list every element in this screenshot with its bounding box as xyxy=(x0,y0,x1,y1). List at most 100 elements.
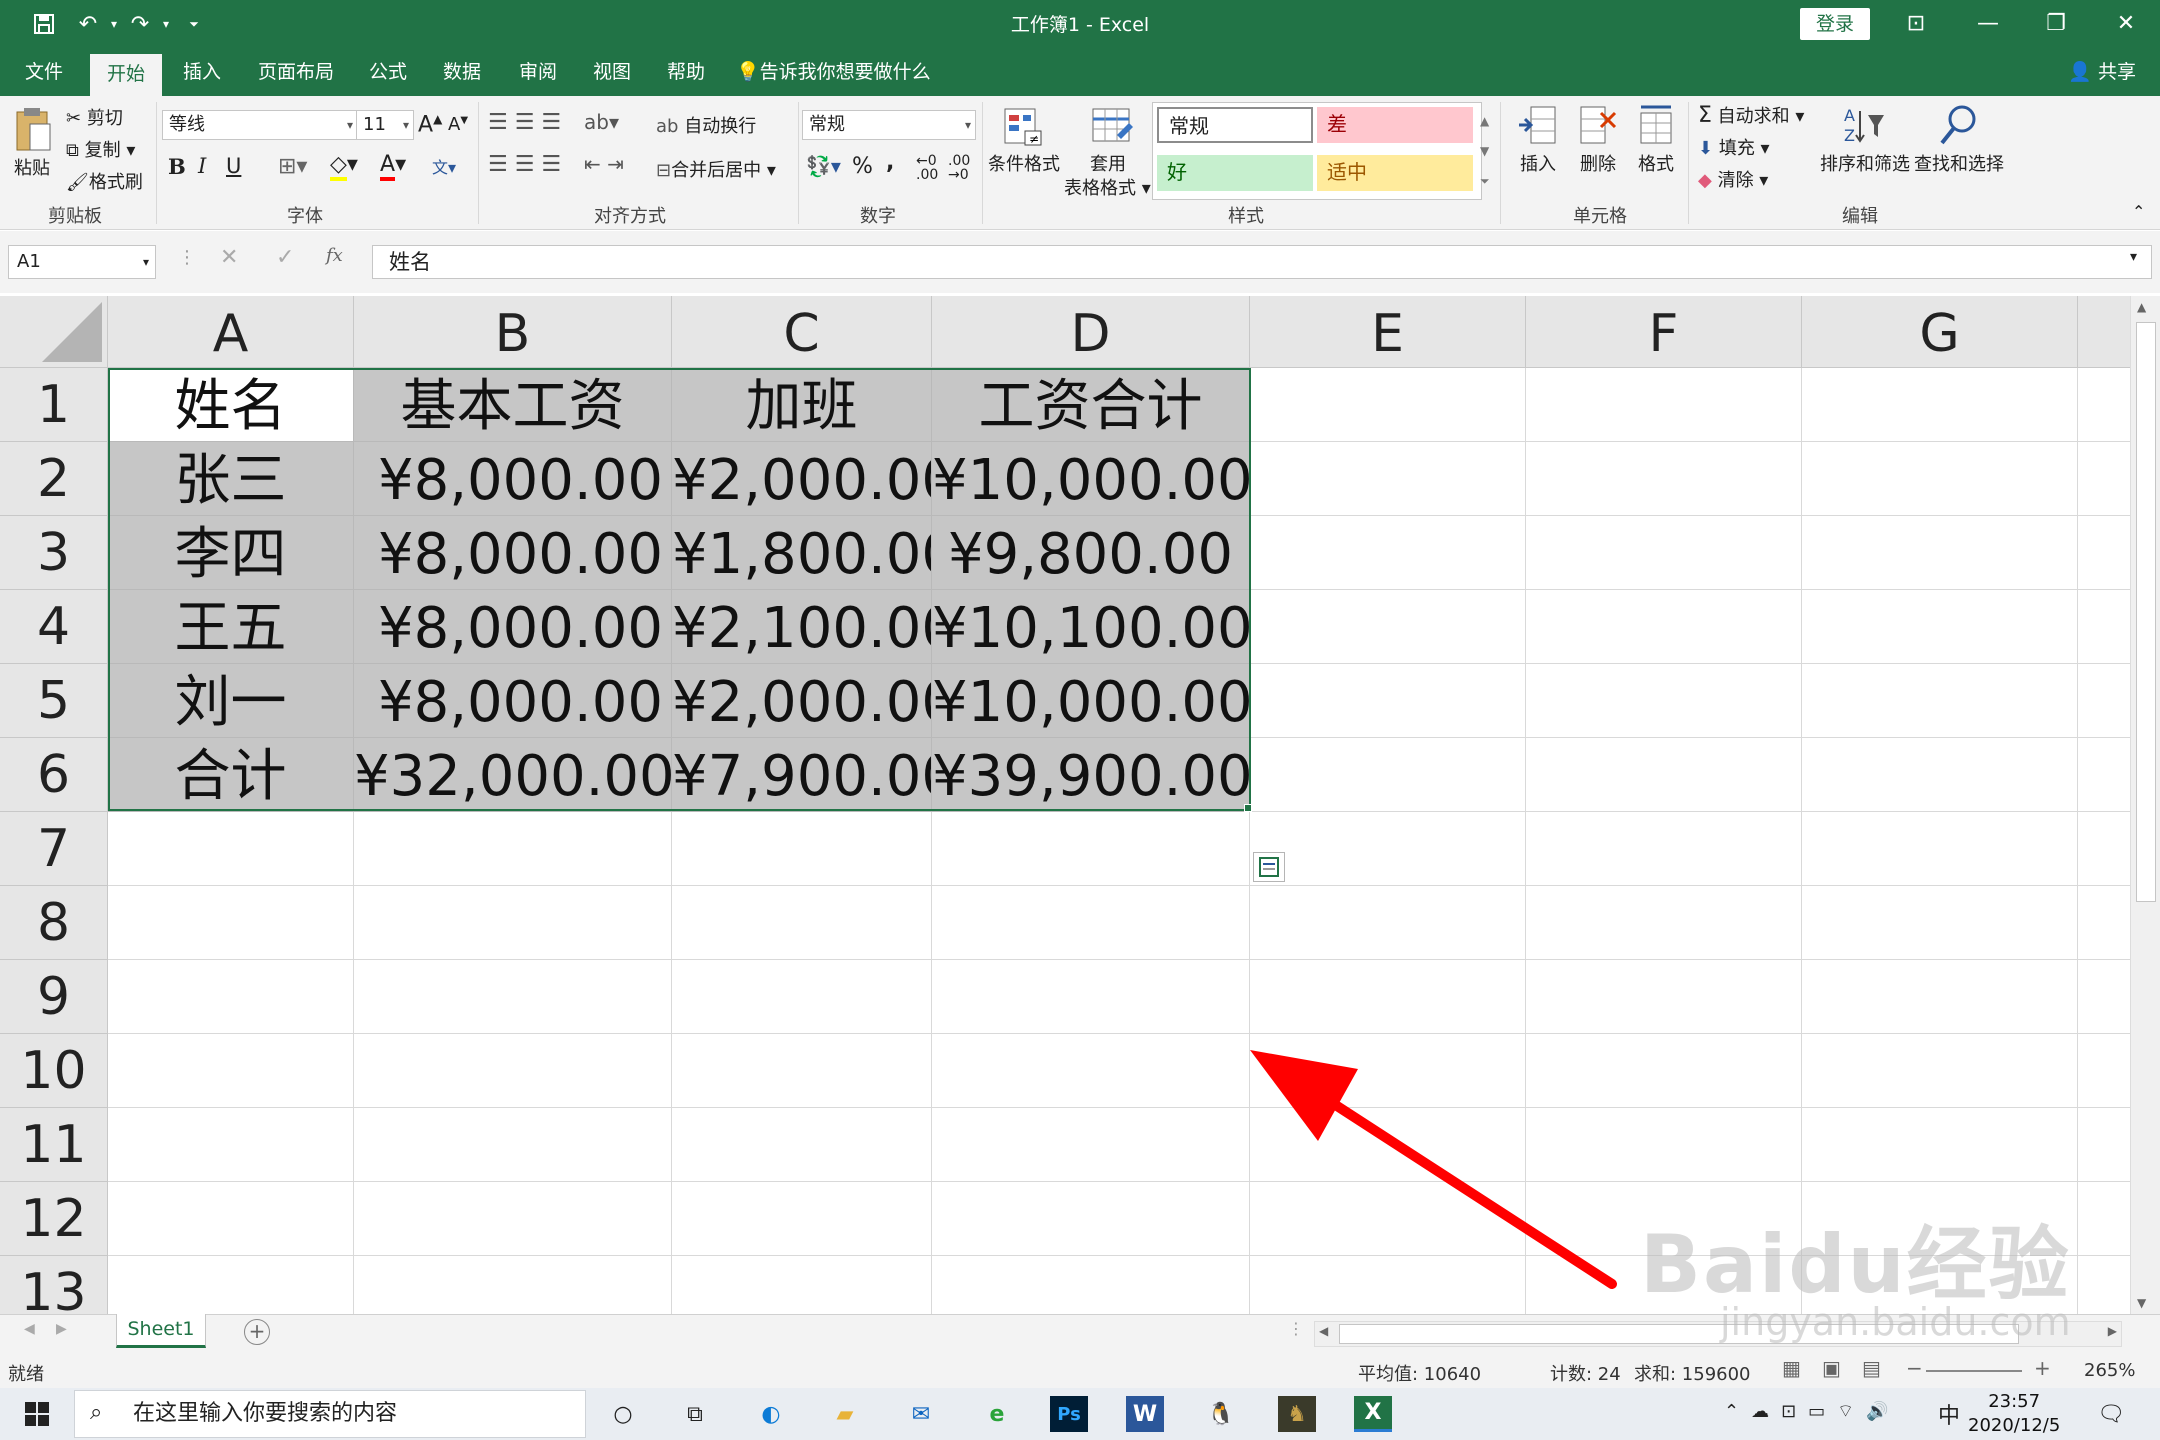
empty-cell[interactable] xyxy=(2078,738,2130,812)
horizontal-scroll-thumb[interactable] xyxy=(1339,1324,2019,1344)
normal-view-icon[interactable]: ▦ xyxy=(1782,1356,1801,1380)
empty-cell[interactable] xyxy=(1802,1256,2078,1314)
taskbar-clock[interactable]: 23:57 2020/12/5 xyxy=(1968,1390,2060,1438)
currency-icon[interactable]: 💱▾ xyxy=(806,154,841,178)
expand-formula-icon[interactable]: ▾ xyxy=(2130,249,2137,265)
table-cell[interactable]: ¥8,000.00 xyxy=(354,664,672,738)
scroll-up-icon[interactable]: ▲ xyxy=(2137,300,2146,314)
empty-cell[interactable] xyxy=(932,1256,1250,1314)
game-app-icon[interactable]: ♞ xyxy=(1278,1396,1316,1432)
empty-cell[interactable] xyxy=(672,812,932,886)
share-button[interactable]: 👤 共享 xyxy=(2068,48,2136,96)
empty-cell[interactable] xyxy=(108,1108,354,1182)
table-cell[interactable]: ¥2,000.00 xyxy=(672,442,932,516)
notification-icon[interactable]: 🗨 xyxy=(2092,1396,2130,1432)
empty-cell[interactable] xyxy=(1802,960,2078,1034)
empty-cell[interactable] xyxy=(1802,368,2078,442)
empty-cell[interactable] xyxy=(932,1108,1250,1182)
empty-cell[interactable] xyxy=(672,1182,932,1256)
empty-cell[interactable] xyxy=(108,1034,354,1108)
empty-cell[interactable] xyxy=(354,1034,672,1108)
row-header-3[interactable]: 3 xyxy=(0,516,108,590)
empty-cell[interactable] xyxy=(1802,886,2078,960)
empty-cell[interactable] xyxy=(2078,1108,2130,1182)
empty-cell[interactable] xyxy=(672,1034,932,1108)
vertical-scrollbar[interactable]: ▲ ▼ xyxy=(2130,296,2160,1314)
empty-cell[interactable] xyxy=(1802,664,2078,738)
row-header-11[interactable]: 11 xyxy=(0,1108,108,1182)
table-cell[interactable]: ¥10,100.00 xyxy=(932,590,1250,664)
row-header-1[interactable]: 1 xyxy=(0,368,108,442)
empty-cell[interactable] xyxy=(1250,442,1526,516)
format-as-table-label-2[interactable]: 表格格式 ▾ xyxy=(1064,174,1151,200)
select-all-button[interactable] xyxy=(0,296,108,368)
paste-icon[interactable] xyxy=(12,104,54,154)
empty-cell[interactable] xyxy=(2078,442,2130,516)
empty-cell[interactable] xyxy=(2078,886,2130,960)
conditional-format-button[interactable]: 条件格式 xyxy=(988,150,1060,176)
align-left-icon[interactable]: ☰ ☰ ☰ xyxy=(488,152,561,177)
tab-home[interactable]: 开始 xyxy=(90,54,162,96)
empty-cell[interactable] xyxy=(1802,590,2078,664)
login-button[interactable]: 登录 xyxy=(1800,8,1870,40)
decrease-decimal-icon[interactable]: .00 →0 xyxy=(948,154,970,182)
status-sum[interactable]: 求和: 159600 xyxy=(1634,1360,1751,1386)
fill-color-icon[interactable]: ◇▾ xyxy=(330,152,358,181)
orientation-icon[interactable]: ab▾ xyxy=(584,110,619,134)
empty-cell[interactable] xyxy=(932,1034,1250,1108)
increase-decimal-icon[interactable]: ←0.00 xyxy=(916,154,938,182)
close-icon[interactable]: ✕ xyxy=(2090,0,2160,48)
delete-cells-icon[interactable] xyxy=(1576,102,1620,148)
column-header-h[interactable] xyxy=(2078,296,2130,368)
table-cell[interactable]: ¥7,900.00 xyxy=(672,738,932,812)
autosum-button[interactable]: Σ 自动求和 ▾ xyxy=(1698,102,1804,128)
indent-icon[interactable]: ⇤ ⇥ xyxy=(584,152,624,176)
column-header-a[interactable]: A xyxy=(108,296,354,368)
format-painter-button[interactable]: 🖌格式刷 xyxy=(66,168,143,194)
empty-cell[interactable] xyxy=(932,960,1250,1034)
percent-button[interactable]: % xyxy=(852,154,873,179)
empty-cell[interactable] xyxy=(1526,590,1802,664)
table-cell[interactable]: ¥2,000.00 xyxy=(672,664,932,738)
empty-cell[interactable] xyxy=(108,886,354,960)
tab-insert[interactable]: 插入 xyxy=(172,48,232,96)
empty-cell[interactable] xyxy=(108,1182,354,1256)
table-cell[interactable]: 刘一 xyxy=(108,664,354,738)
gallery-scroll-icon[interactable]: ▲ ▼ ⏷ xyxy=(1480,106,1490,196)
ime-indicator[interactable]: 中 xyxy=(1938,1398,1960,1430)
empty-cell[interactable] xyxy=(1802,442,2078,516)
wrap-text-button[interactable]: ab 自动换行 xyxy=(656,112,756,138)
empty-cell[interactable] xyxy=(1250,368,1526,442)
style-good[interactable]: 好 xyxy=(1157,155,1313,191)
table-cell[interactable]: 张三 xyxy=(108,442,354,516)
tell-me-search[interactable]: 💡告诉我你想要做什么 xyxy=(736,48,946,96)
table-cell[interactable]: ¥8,000.00 xyxy=(354,442,672,516)
merge-center-button[interactable]: ⊟合并后居中 ▾ xyxy=(656,156,776,182)
column-header-e[interactable]: E xyxy=(1250,296,1526,368)
table-header-cell[interactable]: 基本工资 xyxy=(354,368,672,442)
paste-button[interactable]: 粘贴 xyxy=(14,154,50,180)
table-cell[interactable]: ¥9,800.00 xyxy=(932,516,1250,590)
empty-cell[interactable] xyxy=(354,886,672,960)
column-header-f[interactable]: F xyxy=(1526,296,1802,368)
table-header-cell[interactable]: 姓名 xyxy=(108,368,354,442)
empty-cell[interactable] xyxy=(672,1256,932,1314)
row-header-10[interactable]: 10 xyxy=(0,1034,108,1108)
row-header-5[interactable]: 5 xyxy=(0,664,108,738)
conditional-format-icon[interactable]: ≠ xyxy=(1000,104,1046,150)
number-format-select[interactable]: 常规 ▾ xyxy=(802,110,976,140)
row-header-9[interactable]: 9 xyxy=(0,960,108,1034)
insert-function-button[interactable]: fx xyxy=(326,245,343,266)
delete-cells-button[interactable]: 删除 xyxy=(1580,150,1616,176)
empty-cell[interactable] xyxy=(1802,1108,2078,1182)
insert-cells-icon[interactable] xyxy=(1516,102,1560,148)
table-header-cell[interactable]: 加班 xyxy=(672,368,932,442)
table-cell[interactable]: ¥1,800.00 xyxy=(672,516,932,590)
table-cell[interactable]: ¥10,000.00 xyxy=(932,664,1250,738)
enter-icon[interactable]: ✓ xyxy=(276,245,294,270)
zoom-in-icon[interactable]: + xyxy=(2034,1356,2051,1380)
page-break-view-icon[interactable]: ▤ xyxy=(1862,1356,1881,1380)
formula-input[interactable]: 姓名 xyxy=(372,245,2152,279)
empty-cell[interactable] xyxy=(2078,516,2130,590)
empty-cell[interactable] xyxy=(1802,1182,2078,1256)
